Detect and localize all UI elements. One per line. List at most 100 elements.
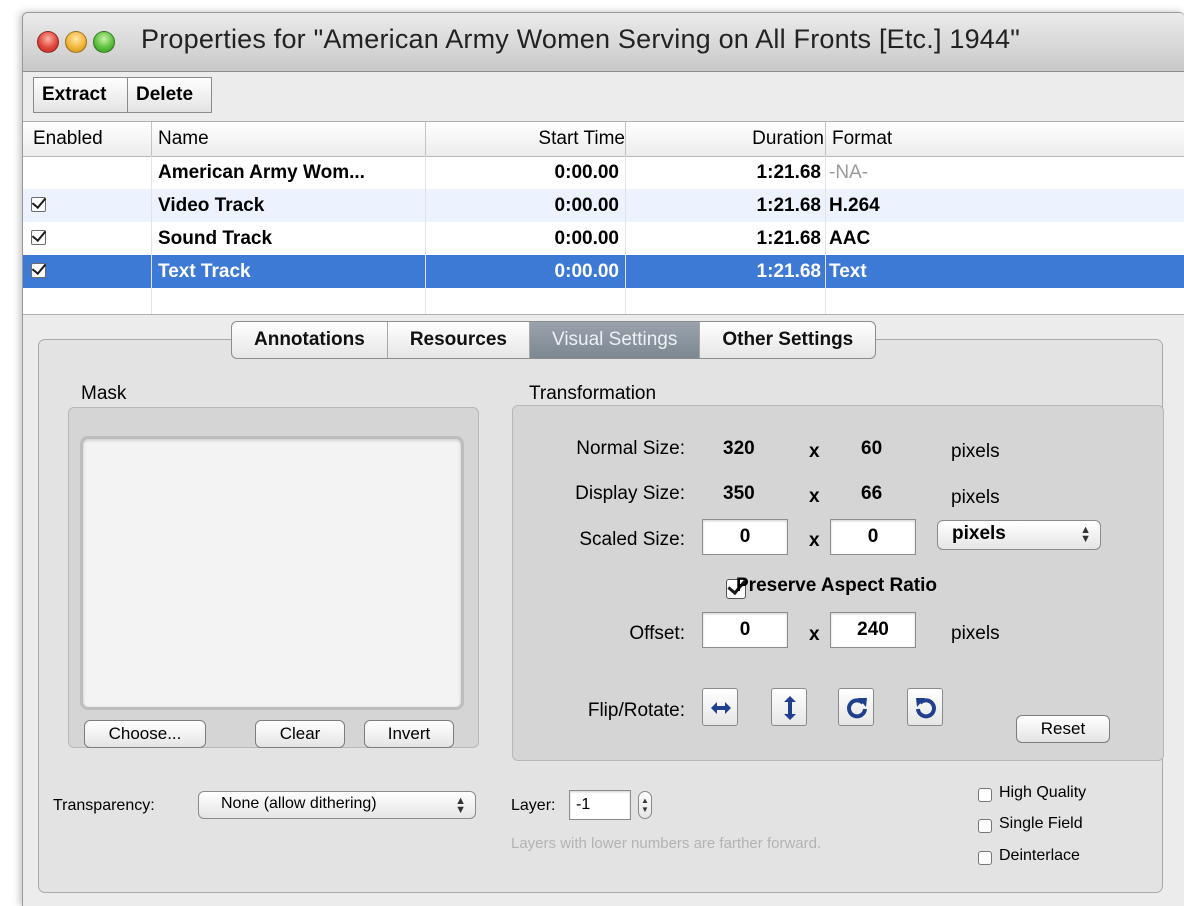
up-down-arrows-icon: ▲ ▼ [641, 796, 649, 814]
layer-stepper[interactable]: ▲ ▼ [638, 791, 652, 819]
track-start-time: 0:00.00 [554, 261, 619, 282]
choose-mask-button[interactable]: Choose... [84, 720, 206, 748]
close-window-button[interactable] [37, 31, 59, 53]
tab-annotations[interactable]: Annotations [232, 322, 388, 358]
track-duration: 1:21.68 [756, 261, 821, 282]
track-duration: 1:21.68 [756, 228, 821, 249]
column-header-enabled[interactable]: Enabled [33, 122, 103, 156]
display-width-value: 350 [723, 483, 755, 504]
properties-window: Properties for "American Army Women Serv… [22, 12, 1184, 906]
transformation-title: Transformation [529, 383, 657, 404]
window-title: Properties for "American Army Women Serv… [141, 24, 1021, 54]
flip-horizontal-icon [711, 702, 731, 714]
track-name: Video Track [158, 195, 265, 216]
track-name: Text Track [158, 261, 251, 282]
offset-x-field[interactable]: 0 [702, 612, 788, 648]
flip-vertical-icon [784, 696, 796, 720]
up-down-arrows-icon: ▲ ▼ [1080, 524, 1091, 545]
preserve-aspect-ratio-label: Preserve Aspect Ratio [736, 575, 938, 596]
single-field-label: Single Field [999, 815, 1083, 832]
extract-button[interactable]: Extract [33, 77, 128, 113]
track-format: Text [829, 261, 867, 282]
offset-label: Offset: [629, 623, 685, 644]
invert-mask-button[interactable]: Invert [364, 720, 454, 748]
track-format: H.264 [829, 195, 880, 216]
times-label: x [809, 624, 820, 645]
table-row[interactable]: American Army Wom... 0:00.00 1:21.68 -NA… [23, 156, 1184, 189]
track-duration: 1:21.68 [756, 195, 821, 216]
mask-title: Mask [81, 383, 127, 404]
normal-height-value: 60 [861, 438, 883, 459]
table-row[interactable]: Sound Track 0:00.00 1:21.68 AAC [23, 222, 1184, 255]
column-header-name[interactable]: Name [151, 122, 209, 156]
table-row-selected[interactable]: Text Track 0:00.00 1:21.68 Text [23, 255, 1184, 288]
column-header-duration[interactable]: Duration [625, 122, 824, 156]
tab-resources[interactable]: Resources [388, 322, 530, 358]
transparency-label: Transparency: [53, 797, 155, 814]
deinterlace-checkbox[interactable] [978, 851, 992, 865]
transparency-popup[interactable]: None (allow dithering) ▲ ▼ [198, 791, 476, 819]
offset-units-label: pixels [951, 623, 1000, 644]
normal-size-label: Normal Size: [576, 438, 685, 459]
reset-button[interactable]: Reset [1016, 715, 1110, 743]
layer-label: Layer: [511, 797, 556, 814]
transparency-value: None (allow dithering) [221, 795, 377, 812]
column-divider [151, 156, 152, 314]
single-field-checkbox[interactable] [978, 819, 992, 833]
flip-vertical-button[interactable] [771, 688, 807, 726]
display-height-value: 66 [861, 483, 883, 504]
track-duration: 1:21.68 [756, 162, 821, 183]
normal-width-value: 320 [723, 438, 755, 459]
times-label: x [809, 530, 820, 551]
tab-other-settings[interactable]: Other Settings [700, 322, 875, 358]
deinterlace-label: Deinterlace [999, 847, 1080, 864]
delete-button[interactable]: Delete [127, 77, 212, 113]
track-format: -NA- [829, 162, 869, 183]
flip-rotate-label: Flip/Rotate: [587, 700, 685, 721]
scaled-width-field[interactable]: 0 [702, 519, 788, 555]
rotate-clockwise-button[interactable] [838, 688, 874, 726]
settings-tabs: Annotations Resources Visual Settings Ot… [231, 321, 877, 359]
scaled-size-label: Scaled Size: [579, 529, 685, 550]
column-divider [425, 156, 426, 314]
scaled-units-popup[interactable]: pixels ▲ ▼ [937, 520, 1101, 550]
tab-visual-settings[interactable]: Visual Settings [530, 322, 701, 358]
minimize-window-button[interactable] [65, 31, 87, 53]
column-header-start-time[interactable]: Start Time [425, 122, 625, 156]
track-enabled-checkbox[interactable] [31, 263, 46, 278]
offset-y-field[interactable]: 240 [830, 612, 916, 648]
table-row[interactable]: Video Track 0:00.00 1:21.68 H.264 [23, 189, 1184, 222]
track-name: Sound Track [158, 228, 273, 249]
up-down-arrows-icon: ▲ ▼ [455, 795, 466, 816]
times-label: x [809, 486, 820, 507]
rotate-counterclockwise-icon [916, 698, 936, 719]
track-table: Enabled Name Start Time Duration Format … [23, 121, 1184, 315]
track-start-time: 0:00.00 [554, 162, 619, 183]
column-divider [625, 156, 626, 314]
times-label: x [809, 441, 820, 462]
rotate-counterclockwise-button[interactable] [907, 688, 943, 726]
track-enabled-checkbox[interactable] [31, 230, 46, 245]
display-size-label: Display Size: [575, 483, 685, 504]
zoom-window-button[interactable] [93, 31, 115, 53]
scaled-units-value: pixels [952, 523, 1006, 544]
table-header: Enabled Name Start Time Duration Format [23, 122, 1184, 157]
column-divider [825, 156, 826, 314]
display-units-label: pixels [951, 487, 1000, 508]
track-start-time: 0:00.00 [554, 195, 619, 216]
title-bar: Properties for "American Army Women Serv… [23, 13, 1184, 72]
track-name: American Army Wom... [158, 162, 365, 183]
layer-hint: Layers with lower numbers are farther fo… [511, 835, 822, 852]
track-enabled-checkbox[interactable] [31, 197, 46, 212]
rotate-clockwise-icon [847, 698, 867, 719]
high-quality-checkbox[interactable] [978, 788, 992, 802]
clear-mask-button[interactable]: Clear [255, 720, 345, 748]
track-start-time: 0:00.00 [554, 228, 619, 249]
mask-image-well[interactable] [80, 436, 464, 710]
scaled-height-field[interactable]: 0 [830, 519, 916, 555]
column-header-format[interactable]: Format [825, 122, 892, 156]
high-quality-label: High Quality [999, 784, 1087, 801]
track-format: AAC [829, 228, 871, 249]
layer-field[interactable]: -1 [569, 790, 631, 820]
flip-horizontal-button[interactable] [702, 688, 738, 726]
